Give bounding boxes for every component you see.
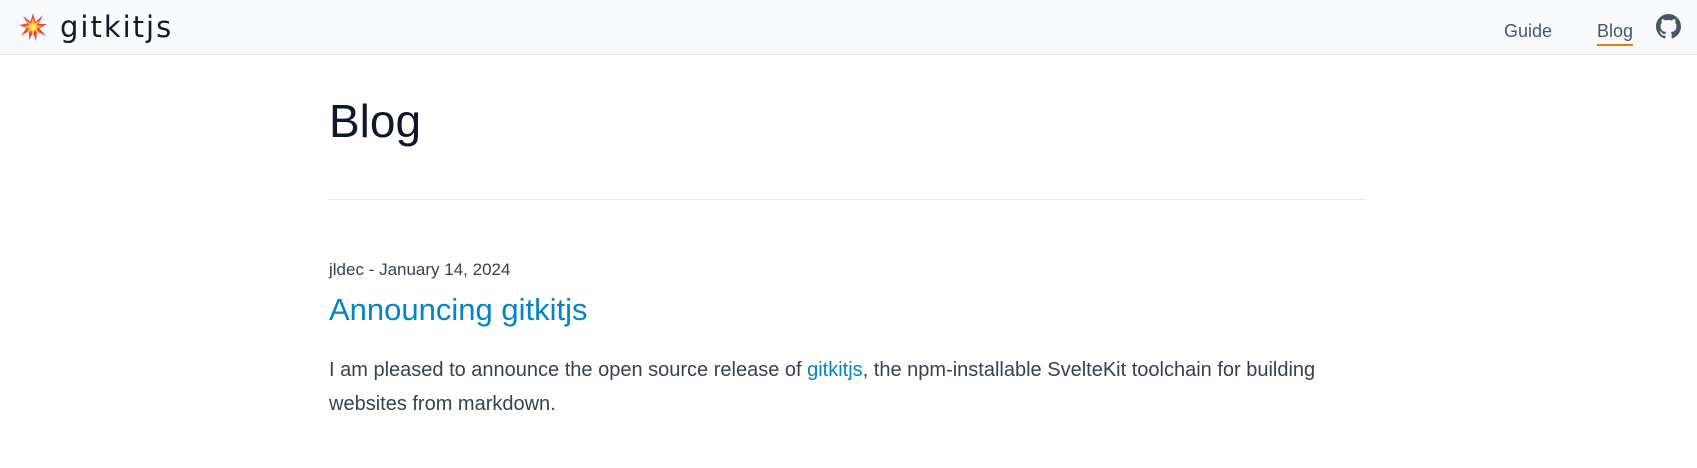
nav-guide-link[interactable]: Guide [1504,19,1552,43]
brand-home-link[interactable]: gitkitjs [18,10,173,44]
nav-blog-link[interactable]: Blog [1596,19,1633,46]
top-navigation-bar: gitkitjs Guide Blog [0,0,1697,55]
post-meta: jldec - January 14, 2024 [329,260,511,279]
post-excerpt: I am pleased to announce the open source… [329,353,1366,421]
page-title: Blog [329,95,422,147]
title-divider [329,199,1366,200]
excerpt-gitkitjs-link[interactable]: gitkitjs [807,359,863,381]
excerpt-text-before: I am pleased to announce the open source… [329,359,808,381]
github-icon[interactable] [1656,14,1681,39]
explosion-spark-icon [19,13,47,41]
post-title-link[interactable]: Announcing gitkitjs [329,289,588,331]
brand-name: gitkitjs [60,10,174,44]
